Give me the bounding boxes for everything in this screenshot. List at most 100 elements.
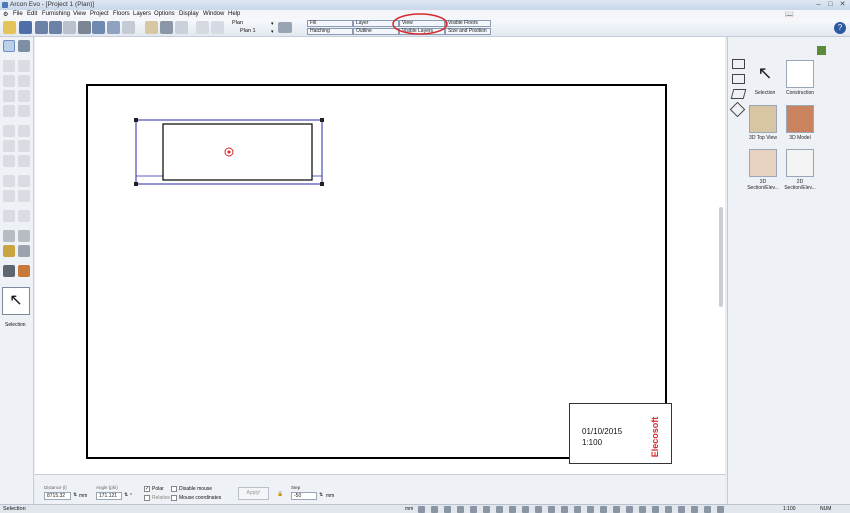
walkthrough-icon[interactable]	[278, 22, 292, 33]
menu-project[interactable]: Project	[90, 11, 109, 17]
layer-toggle-icon[interactable]	[470, 506, 477, 513]
dimension-text-icon[interactable]	[18, 230, 30, 242]
diamond-tool-icon[interactable]	[729, 101, 746, 118]
apply-button[interactable]: Apply!	[238, 487, 269, 500]
chimney-icon[interactable]	[18, 140, 30, 152]
menu-display[interactable]: Display	[179, 11, 199, 17]
section-toggle-icon[interactable]	[691, 506, 698, 513]
window-toggle-icon[interactable]	[574, 506, 581, 513]
symbol-icon[interactable]	[18, 175, 30, 187]
eraser-icon[interactable]	[18, 245, 30, 257]
text-toggle-icon[interactable]	[522, 506, 529, 513]
room-icon[interactable]	[18, 60, 30, 72]
wall-icon[interactable]	[3, 60, 15, 72]
pencil-icon[interactable]	[3, 245, 15, 257]
catalog-item-3d-section[interactable]: 3D Section/Elev...	[744, 149, 782, 191]
menu-file[interactable]: File	[13, 11, 23, 17]
image-toggle-icon[interactable]	[652, 506, 659, 513]
move-icon[interactable]	[18, 40, 30, 52]
selected-rectangle[interactable]	[132, 116, 328, 190]
menu-floors[interactable]: Floors	[113, 11, 130, 17]
catalog-item-selection[interactable]: ↖ Selection	[746, 60, 784, 96]
selection-tool-cursor-icon[interactable]: ↖	[2, 287, 30, 315]
furniture-toggle-icon[interactable]	[548, 506, 555, 513]
terrain-toggle-icon[interactable]	[639, 506, 646, 513]
plan-dropdown[interactable]: Plan	[232, 20, 243, 26]
angle-input[interactable]: 171.121	[96, 492, 122, 500]
open-folder-icon[interactable]	[3, 21, 16, 34]
symbol-toggle-icon[interactable]	[535, 506, 542, 513]
text-tool-icon[interactable]	[3, 230, 15, 242]
rect-tool-icon[interactable]	[732, 74, 745, 84]
view-icon[interactable]	[107, 21, 120, 34]
stairs-icon[interactable]	[18, 90, 30, 102]
maximize-button[interactable]: □	[826, 1, 835, 9]
menu-options[interactable]: Options	[154, 11, 175, 17]
slab-icon[interactable]	[3, 105, 15, 117]
menu-edit[interactable]: Edit	[27, 11, 37, 17]
vertical-scrollbar[interactable]	[719, 207, 723, 307]
fill-toggle-icon[interactable]	[483, 506, 490, 513]
hatching-button[interactable]: Hatching	[307, 28, 353, 35]
roof-icon[interactable]	[18, 105, 30, 117]
book-icon[interactable]: 📖	[785, 10, 797, 19]
column-toggle-icon[interactable]	[613, 506, 620, 513]
roof-toggle-icon[interactable]	[587, 506, 594, 513]
dormer-icon[interactable]	[3, 125, 15, 137]
ruler-icon[interactable]	[175, 21, 188, 34]
snap-icon[interactable]	[196, 21, 209, 34]
light-toggle-icon[interactable]	[665, 506, 672, 513]
edit-icon[interactable]	[457, 506, 464, 513]
hatch-toggle-icon[interactable]	[496, 506, 503, 513]
hatch-icon[interactable]	[3, 190, 15, 202]
minimize-button[interactable]: –	[814, 1, 823, 9]
menu-view[interactable]: View	[73, 11, 86, 17]
redo-icon[interactable]	[49, 21, 62, 34]
catalog-item-3d-top-view[interactable]: 3D Top View	[744, 105, 782, 141]
cube-icon[interactable]	[160, 21, 173, 34]
zoom-icon[interactable]	[122, 21, 135, 34]
house-icon[interactable]	[145, 21, 158, 34]
elevation-toggle-icon[interactable]	[704, 506, 711, 513]
ortho-icon[interactable]	[444, 506, 451, 513]
visible-floors-button[interactable]: Visible Floors	[445, 20, 491, 27]
spinner-icon[interactable]: ⇅	[73, 492, 77, 498]
list-view-icon[interactable]	[817, 46, 826, 55]
door-toggle-icon[interactable]	[561, 506, 568, 513]
plan1-dropdown[interactable]: Plan 1	[240, 28, 256, 34]
mouse-coordinates-checkbox[interactable]	[171, 495, 177, 501]
spinner-icon[interactable]: ⇅	[319, 492, 323, 498]
polar-checkbox[interactable]: ✓	[144, 486, 150, 492]
catalog-item-2d-section[interactable]: 2D Section/Elev...	[781, 149, 819, 191]
menu-layers[interactable]: Layers	[133, 11, 151, 17]
wall-toggle-icon[interactable]	[717, 506, 724, 513]
skylight-icon[interactable]	[18, 125, 30, 137]
relative-checkbox[interactable]	[144, 495, 150, 501]
snap-grid-icon[interactable]	[431, 506, 438, 513]
image-icon[interactable]	[18, 190, 30, 202]
refresh-icon[interactable]	[63, 21, 76, 34]
undo-icon[interactable]	[35, 21, 48, 34]
railing-icon[interactable]	[3, 155, 15, 167]
terrain-icon[interactable]	[18, 155, 30, 167]
beam-toggle-icon[interactable]	[626, 506, 633, 513]
polyline-icon[interactable]	[18, 210, 30, 222]
line-icon[interactable]	[3, 210, 15, 222]
print-icon[interactable]	[78, 21, 91, 34]
menu-window[interactable]: Window	[203, 11, 224, 17]
window-icon[interactable]	[3, 90, 15, 102]
close-button[interactable]: ✕	[838, 1, 847, 9]
menu-help[interactable]: Help	[228, 11, 240, 17]
rect-tool-icon[interactable]	[732, 59, 745, 69]
step-input[interactable]: -50	[291, 492, 317, 500]
door-icon[interactable]	[18, 75, 30, 87]
catalog-item-3d-model[interactable]: 3D Model	[781, 105, 819, 141]
grid-icon[interactable]	[418, 506, 425, 513]
help-icon[interactable]: ?	[834, 22, 846, 34]
stair-toggle-icon[interactable]	[600, 506, 607, 513]
select-arrow-icon[interactable]	[3, 40, 15, 52]
material-icon[interactable]	[3, 265, 15, 277]
camera-icon[interactable]	[92, 21, 105, 34]
dimension-toggle-icon[interactable]	[509, 506, 516, 513]
app-menu-icon[interactable]: ⚙	[3, 11, 8, 18]
